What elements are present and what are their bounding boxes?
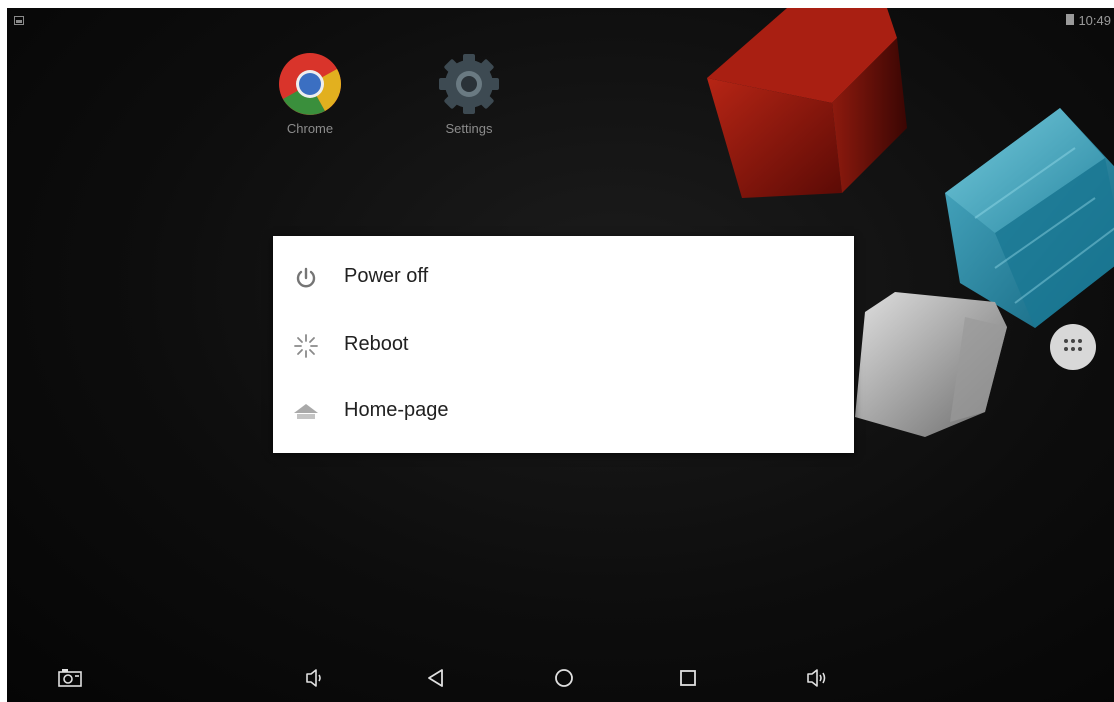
power-icon	[296, 267, 316, 288]
power-menu-dialog: Power off Reboot Home-page	[273, 236, 854, 453]
app-chrome[interactable]: Chrome	[260, 51, 360, 136]
menu-item-power-off[interactable]: Power off	[273, 248, 854, 308]
navigation-bar	[7, 654, 1114, 702]
device-frame: 10:49 Chrome Settings Power off Reboot H…	[0, 0, 1114, 702]
settings-gear-icon	[439, 54, 499, 114]
menu-item-label: Reboot	[344, 333, 409, 355]
chrome-icon	[279, 53, 341, 115]
app-settings[interactable]: Settings	[419, 51, 519, 136]
recents-button[interactable]	[674, 664, 702, 692]
screen: 10:49 Chrome Settings Power off Reboot H…	[7, 8, 1114, 702]
recents-square-icon	[680, 670, 696, 686]
menu-item-label: Power off	[344, 265, 429, 287]
battery-icon	[1066, 14, 1074, 25]
app-drawer-button[interactable]	[1050, 324, 1096, 370]
home-button[interactable]	[550, 664, 578, 692]
screenshot-button[interactable]	[56, 664, 84, 692]
app-label-settings: Settings	[445, 121, 493, 136]
screenshot-notification-icon[interactable]	[14, 16, 24, 25]
status-bar: 10:49	[7, 8, 1114, 32]
apps-grid-icon	[1064, 339, 1082, 353]
volume-up-button[interactable]	[802, 664, 830, 692]
back-triangle-icon	[428, 669, 443, 687]
menu-item-reboot[interactable]: Reboot	[273, 316, 854, 376]
app-label-chrome: Chrome	[286, 121, 334, 136]
camera-icon	[58, 669, 82, 687]
home-circle-icon	[555, 669, 573, 687]
reboot-spinner-icon	[294, 334, 318, 358]
volume-up-icon	[807, 669, 826, 687]
status-clock: 10:49	[1078, 13, 1111, 28]
wallpaper-red-cube	[707, 8, 907, 198]
volume-down-icon	[306, 669, 321, 687]
menu-item-label: Home-page	[344, 399, 449, 421]
back-button[interactable]	[422, 664, 450, 692]
menu-item-home-page[interactable]: Home-page	[273, 382, 854, 442]
volume-down-button[interactable]	[299, 664, 327, 692]
home-icon	[294, 404, 318, 419]
wallpaper-white-cube	[855, 292, 1007, 437]
